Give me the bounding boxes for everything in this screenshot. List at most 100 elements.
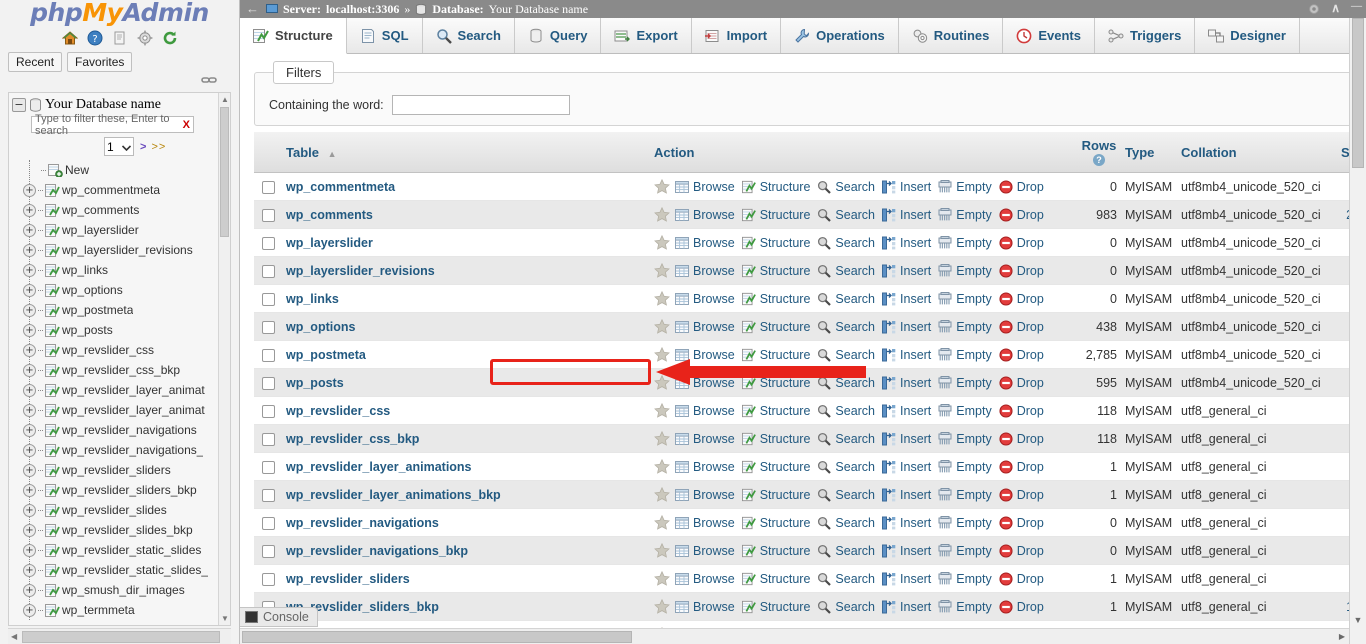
search-link[interactable]: Search (817, 572, 875, 586)
structure-link[interactable]: Structure (741, 432, 810, 446)
row-checkbox[interactable] (261, 488, 275, 502)
empty-link[interactable]: Empty (938, 599, 992, 614)
insert-link[interactable]: Insert (882, 488, 931, 502)
browse-link[interactable]: Browse (675, 488, 735, 502)
row-checkbox-cell[interactable] (254, 284, 282, 313)
favorite-star-icon[interactable] (654, 262, 670, 278)
empty-link[interactable]: Empty (938, 235, 992, 250)
search-link[interactable]: Search (817, 348, 875, 362)
expand-icon[interactable]: + (23, 423, 36, 437)
collapse-chevron-icon[interactable]: ∧ (1331, 1, 1340, 16)
row-checkbox-cell[interactable] (254, 200, 282, 229)
favorite-star-icon[interactable] (654, 598, 670, 614)
empty-link[interactable]: Empty (938, 487, 992, 502)
table-name-cell[interactable]: wp_layerslider_revisions (282, 256, 650, 285)
main-horizontal-scrollbar[interactable]: ▶ (240, 628, 1349, 644)
insert-link[interactable]: Insert (882, 544, 931, 558)
rows-help-icon[interactable]: ? (1093, 154, 1105, 166)
row-checkbox[interactable] (261, 320, 275, 334)
structure-link[interactable]: Structure (741, 236, 810, 250)
insert-link[interactable]: Insert (882, 432, 931, 446)
favorite-star-icon[interactable] (654, 318, 670, 334)
expand-icon[interactable]: + (23, 363, 36, 377)
tab-search[interactable]: Search (422, 18, 515, 53)
expand-icon[interactable]: + (23, 443, 36, 457)
browse-link[interactable]: Browse (675, 600, 735, 614)
row-checkbox-cell[interactable] (254, 312, 282, 341)
tree-filter-input[interactable]: Type to filter these, Enter to search X (31, 113, 194, 137)
favorite-star-icon[interactable] (654, 234, 670, 250)
expand-icon[interactable]: + (23, 403, 36, 417)
browse-link[interactable]: Browse (675, 264, 735, 278)
browse-link[interactable]: Browse (675, 544, 735, 558)
tree-item-wp_revslider_slides_bkp[interactable]: + wp_revslider_slides_bkp (19, 520, 230, 540)
empty-link[interactable]: Empty (938, 515, 992, 530)
browse-link[interactable]: Browse (675, 236, 735, 250)
search-link[interactable]: Search (817, 376, 875, 390)
browse-link[interactable]: Browse (675, 180, 735, 194)
table-row[interactable]: wp_links Browse Structure Search Insert Empty… (254, 284, 1364, 313)
table-row[interactable]: wp_options Browse Structure Search Insert Emp… (254, 312, 1364, 341)
table-name-cell[interactable]: wp_postmeta (282, 340, 650, 369)
row-checkbox-cell[interactable] (254, 172, 282, 201)
browse-link[interactable]: Browse (675, 376, 735, 390)
insert-link[interactable]: Insert (882, 236, 931, 250)
insert-link[interactable]: Insert (882, 292, 931, 306)
row-checkbox-cell[interactable] (254, 228, 282, 257)
row-checkbox[interactable] (261, 432, 275, 446)
row-checkbox-cell[interactable] (254, 340, 282, 369)
expand-icon[interactable]: + (23, 523, 36, 537)
favorite-star-icon[interactable] (654, 486, 670, 502)
table-row[interactable]: wp_comments Browse Structure Search Insert Em… (254, 200, 1364, 229)
tree-pager-arrows[interactable]: > >> (140, 141, 166, 153)
table-name-cell[interactable]: wp_revslider_sliders (282, 564, 650, 593)
row-checkbox-cell[interactable] (254, 508, 282, 537)
row-checkbox-cell[interactable] (254, 564, 282, 593)
main-scroll-down-icon[interactable]: ▼ (1350, 612, 1366, 628)
favorite-star-icon[interactable] (654, 402, 670, 418)
favorite-star-icon[interactable] (654, 570, 670, 586)
header-type[interactable]: Type (1121, 132, 1177, 173)
table-name-cell[interactable]: wp_links (282, 284, 650, 313)
tab-events[interactable]: Events (1003, 18, 1095, 53)
structure-link[interactable]: Structure (741, 404, 810, 418)
insert-link[interactable]: Insert (882, 600, 931, 614)
expand-icon[interactable]: + (23, 543, 36, 557)
header-select-all[interactable] (254, 132, 282, 173)
tree-filter-clear-icon[interactable]: X (183, 119, 190, 131)
tree-item-wp_revslider_layer_animat[interactable]: + wp_revslider_layer_animat (19, 380, 230, 400)
insert-link[interactable]: Insert (882, 348, 931, 362)
expand-icon[interactable]: + (23, 243, 36, 257)
search-link[interactable]: Search (817, 180, 875, 194)
expand-icon[interactable]: + (23, 203, 36, 217)
search-link[interactable]: Search (817, 292, 875, 306)
tab-import[interactable]: Import (691, 18, 782, 53)
table-name-cell[interactable]: wp_layerslider (282, 228, 650, 257)
row-checkbox[interactable] (261, 572, 275, 586)
recent-button[interactable]: Recent (8, 52, 63, 72)
row-checkbox[interactable] (261, 516, 275, 530)
expand-icon[interactable]: + (23, 183, 36, 197)
table-row[interactable]: wp_revslider_layer_animations_bkp Browse S… (254, 480, 1364, 509)
favorite-star-icon[interactable] (654, 430, 670, 446)
insert-link[interactable]: Insert (882, 376, 931, 390)
structure-link[interactable]: Structure (741, 320, 810, 334)
header-collation[interactable]: Collation (1177, 132, 1337, 173)
row-checkbox-cell[interactable] (254, 452, 282, 481)
insert-link[interactable]: Insert (882, 180, 931, 194)
reload-icon[interactable] (162, 30, 178, 46)
favorite-star-icon[interactable] (654, 542, 670, 558)
expand-icon[interactable]: + (23, 383, 36, 397)
drop-link[interactable]: Drop (999, 544, 1044, 558)
row-checkbox[interactable] (261, 376, 275, 390)
table-row[interactable]: wp_revslider_css_bkp Browse Structure Searc… (254, 424, 1364, 453)
expand-icon[interactable]: + (23, 603, 36, 617)
empty-link[interactable]: Empty (938, 291, 992, 306)
search-link[interactable]: Search (817, 432, 875, 446)
row-checkbox-cell[interactable] (254, 368, 282, 397)
structure-link[interactable]: Structure (741, 460, 810, 474)
table-row[interactable]: wp_revslider_layer_animations Browse Struc… (254, 452, 1364, 481)
expand-icon[interactable]: + (23, 583, 36, 597)
empty-link[interactable]: Empty (938, 375, 992, 390)
table-row[interactable]: wp_layerslider Browse Structure Search Inser… (254, 228, 1364, 257)
